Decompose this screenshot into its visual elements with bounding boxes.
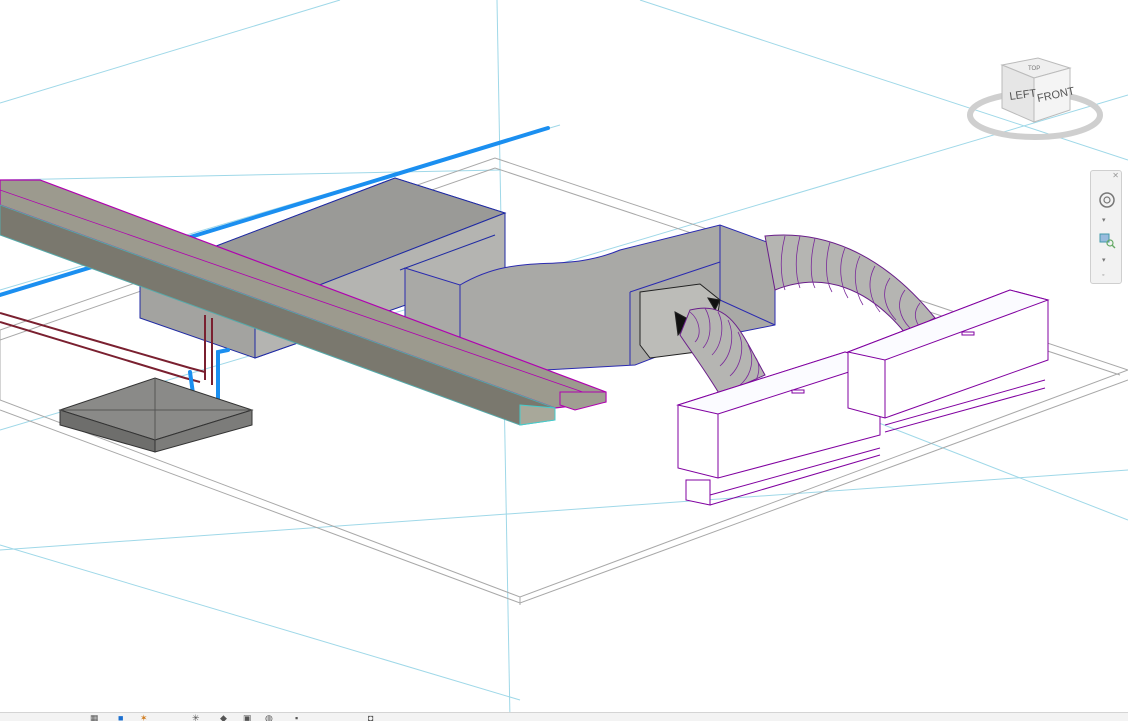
- viewcube-top-label[interactable]: TOP: [1028, 66, 1040, 72]
- zoom-region-icon[interactable]: [1096, 229, 1118, 251]
- 3d-view-canvas[interactable]: LEFT FRONT TOP: [0, 0, 1128, 720]
- navbar-options-icon[interactable]: ◦: [1102, 272, 1104, 279]
- model-view[interactable]: LEFT FRONT TOP: [0, 0, 1128, 720]
- chevron-down-icon[interactable]: ▾: [1102, 216, 1106, 224]
- chevron-down-icon[interactable]: ▾: [1102, 256, 1106, 264]
- navigation-bar: ✕ ▾ ▾ ◦: [1090, 170, 1122, 284]
- viewcube[interactable]: LEFT FRONT TOP: [967, 57, 1103, 140]
- steering-wheel-icon[interactable]: [1096, 189, 1118, 211]
- close-icon[interactable]: ✕: [1112, 171, 1119, 180]
- flex-duct-right[interactable]: [764, 234, 936, 334]
- equipment-pad[interactable]: [58, 377, 254, 453]
